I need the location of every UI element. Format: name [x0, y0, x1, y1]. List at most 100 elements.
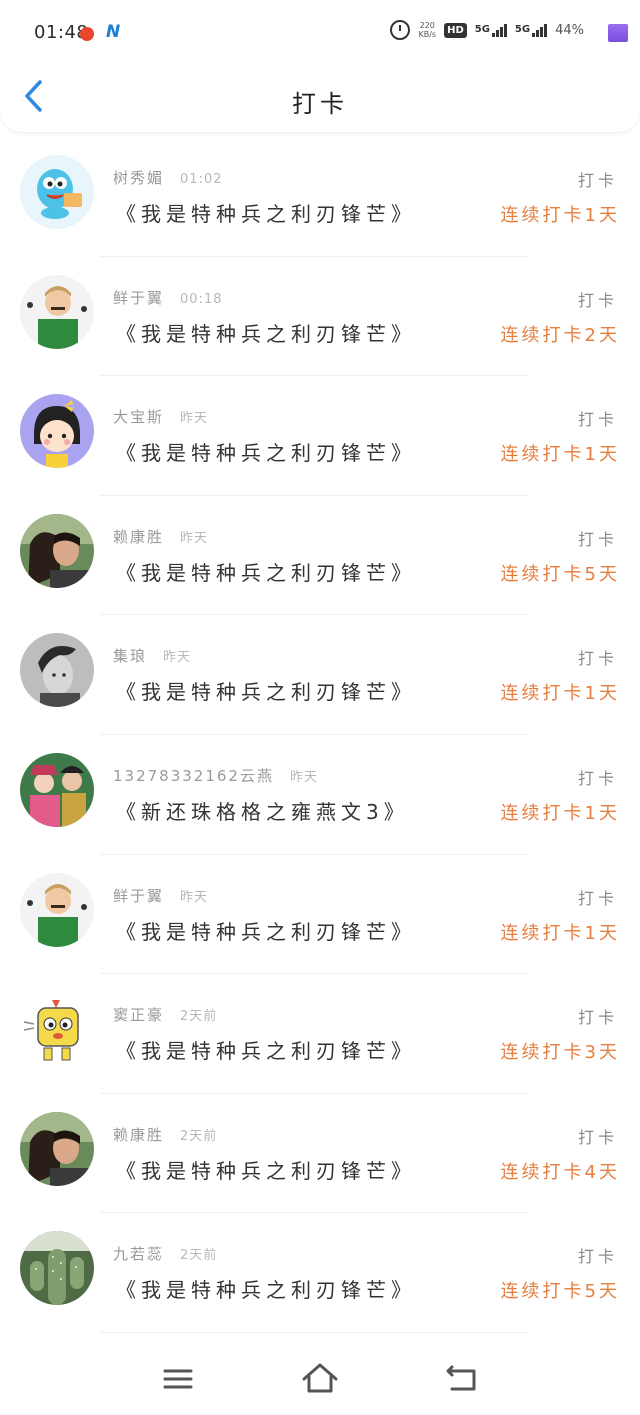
user-name-text: 鲜于翼	[113, 288, 165, 307]
status-indicators: 220 KB/s HD 5G 5G 44%	[390, 20, 628, 42]
user-name-text: 赖康胜	[113, 527, 165, 546]
sim1-label: 5G	[474, 23, 490, 35]
streak-text: 连续打卡3天	[500, 1042, 620, 1064]
yellow-cartoon-avatar-icon	[20, 992, 94, 1067]
checkin-time: 昨天	[180, 411, 209, 427]
streak-text: 连续打卡1天	[500, 444, 620, 466]
costume-photo-avatar-icon	[20, 752, 94, 827]
user-name: 大宝斯 昨天	[113, 406, 208, 427]
net-speed-unit: KB/s	[418, 30, 437, 39]
avatar[interactable]	[20, 513, 94, 588]
checkin-time: 2天前	[180, 1248, 218, 1264]
header: 打卡	[0, 62, 640, 133]
list-item[interactable]: 赖康胜 2天前 《我是特种兵之利刃锋芒》 打卡 连续打卡4天	[0, 1094, 640, 1214]
couple-photo-avatar-icon	[20, 513, 94, 588]
avatar[interactable]	[20, 1231, 94, 1306]
nav-home-button[interactable]	[298, 1359, 342, 1399]
net-speed: 220 KB/s	[418, 21, 436, 39]
checkin-action[interactable]: 打卡	[578, 1243, 618, 1267]
return-icon	[446, 1365, 476, 1391]
list-item[interactable]: 窦正豪 2天前 《我是特种兵之利刃锋芒》 打卡 连续打卡3天	[0, 974, 640, 1094]
checkin-action[interactable]: 打卡	[578, 167, 618, 191]
user-name-text: 赖康胜	[113, 1125, 165, 1144]
book-title: 《我是特种兵之利刃锋芒》	[116, 1039, 416, 1064]
checkin-action[interactable]: 打卡	[578, 1124, 618, 1148]
checkin-time: 昨天	[180, 889, 209, 905]
avatar[interactable]	[20, 274, 94, 349]
user-name: 赖康胜 2天前	[113, 1124, 217, 1145]
green-soldier-avatar-icon	[20, 872, 94, 947]
user-name: 窦正豪 2天前	[113, 1004, 217, 1025]
book-title: 《我是特种兵之利刃锋芒》	[116, 321, 416, 346]
checkin-action[interactable]: 打卡	[578, 885, 618, 909]
streak-text: 连续打卡1天	[500, 802, 620, 824]
user-name-text: 集琅	[113, 647, 148, 666]
user-name-text: 树秀媚	[113, 169, 165, 187]
checkin-action[interactable]: 打卡	[578, 645, 618, 669]
checkin-action[interactable]: 打卡	[578, 526, 618, 550]
user-name: 鲜于翼 00:18	[113, 287, 222, 308]
battery-icon	[608, 24, 628, 42]
app-n-icon: N	[106, 22, 121, 42]
book-title: 《我是特种兵之利刃锋芒》	[116, 680, 416, 705]
book-title: 《新还珠格格之雍燕文3》	[116, 799, 409, 824]
signal-sim1-icon: 5G	[474, 23, 507, 37]
avatar[interactable]	[20, 1111, 94, 1186]
user-name: 树秀媚 01:02	[113, 167, 222, 188]
sim2-label: 5G	[514, 23, 531, 35]
checkin-action[interactable]: 打卡	[578, 406, 618, 430]
list-item[interactable]: 鲜于翼 昨天 《我是特种兵之利刃锋芒》 打卡 连续打卡1天	[0, 855, 640, 975]
book-title: 《我是特种兵之利刃锋芒》	[116, 441, 416, 466]
alarm-icon	[390, 20, 411, 40]
avatar[interactable]	[20, 633, 94, 708]
checkin-action[interactable]: 打卡	[578, 287, 618, 311]
checkin-list: 树秀媚 01:02 《我是特种兵之利刃锋芒》 打卡 连续打卡1天 鲜于翼 00:18…	[0, 137, 640, 1333]
nav-menu-button[interactable]	[156, 1359, 200, 1399]
user-name: 13278332162云燕 昨天	[113, 765, 318, 786]
user-name-text: 鲜于翼	[113, 886, 165, 905]
checkin-time: 2天前	[180, 1128, 218, 1144]
user-name-text: 大宝斯	[113, 408, 165, 427]
list-item[interactable]: 九若蕊 2天前 《我是特种兵之利刃锋芒》 打卡 连续打卡5天	[0, 1213, 640, 1333]
user-name: 九若蕊 2天前	[113, 1243, 217, 1264]
checkin-action[interactable]: 打卡	[578, 765, 618, 789]
net-speed-value: 220	[419, 21, 435, 30]
streak-text: 连续打卡1天	[500, 205, 620, 226]
checkin-time: 00:18	[180, 291, 223, 307]
user-name: 鲜于翼 昨天	[113, 885, 208, 906]
cartoon-creature-avatar-icon	[20, 155, 94, 229]
streak-text: 连续打卡2天	[500, 324, 620, 346]
checkin-time: 昨天	[289, 769, 318, 785]
avatar[interactable]	[20, 992, 94, 1067]
nav-back-button[interactable]	[440, 1359, 484, 1399]
list-item[interactable]: 13278332162云燕 昨天 《新还珠格格之雍燕文3》 打卡 连续打卡1天	[0, 735, 640, 855]
streak-text: 连续打卡5天	[500, 1281, 620, 1303]
status-bar: 01:48 N 220 KB/s HD 5G 5G 44%	[0, 0, 640, 62]
checkin-time: 2天前	[180, 1009, 218, 1025]
checkin-time: 昨天	[163, 650, 192, 666]
book-title: 《我是特种兵之利刃锋芒》	[116, 202, 416, 226]
list-item[interactable]: 大宝斯 昨天 《我是特种兵之利刃锋芒》 打卡 连续打卡1天	[0, 376, 640, 496]
avatar[interactable]	[20, 155, 94, 229]
green-soldier-avatar-icon	[20, 274, 94, 349]
bw-portrait-avatar-icon	[20, 633, 94, 708]
checkin-action[interactable]: 打卡	[578, 1004, 618, 1028]
signal-sim2-icon: 5G	[514, 23, 548, 37]
list-item[interactable]: 树秀媚 01:02 《我是特种兵之利刃锋芒》 打卡 连续打卡1天	[0, 137, 640, 257]
streak-text: 连续打卡1天	[500, 922, 620, 944]
avatar[interactable]	[20, 394, 94, 469]
avatar[interactable]	[20, 752, 94, 827]
list-item[interactable]: 赖康胜 昨天 《我是特种兵之利刃锋芒》 打卡 连续打卡5天	[0, 496, 640, 616]
menu-icon	[163, 1369, 193, 1389]
user-name: 集琅 昨天	[113, 645, 191, 666]
book-title: 《我是特种兵之利刃锋芒》	[116, 919, 416, 944]
book-title: 《我是特种兵之利刃锋芒》	[116, 1278, 416, 1303]
list-item[interactable]: 集琅 昨天 《我是特种兵之利刃锋芒》 打卡 连续打卡1天	[0, 615, 640, 735]
user-name-text: 九若蕊	[113, 1245, 165, 1264]
system-nav-bar	[0, 1345, 640, 1415]
checkin-time: 昨天	[180, 530, 209, 546]
avatar[interactable]	[20, 872, 94, 947]
list-item[interactable]: 鲜于翼 00:18 《我是特种兵之利刃锋芒》 打卡 连续打卡2天	[0, 257, 640, 377]
streak-text: 连续打卡5天	[500, 563, 620, 585]
app-notification-icon	[80, 27, 94, 41]
